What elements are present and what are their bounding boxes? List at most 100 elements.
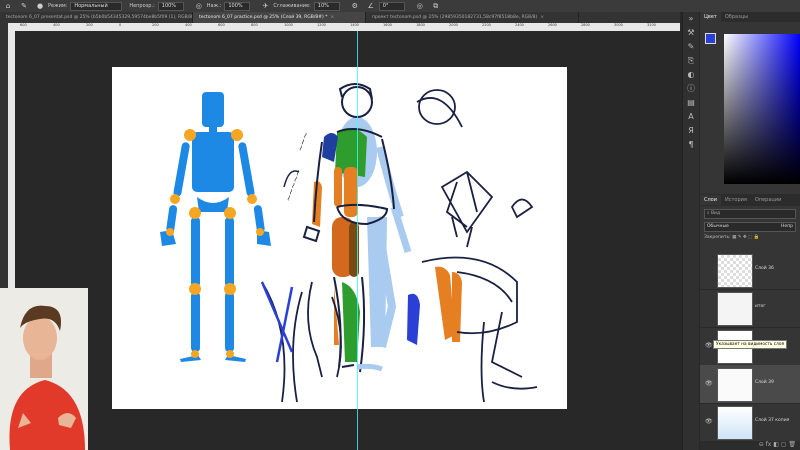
layer-row[interactable]: итог — [700, 289, 800, 328]
eye-icon[interactable]: 👁 — [705, 342, 713, 349]
tab-color[interactable]: Цвет — [700, 12, 721, 22]
lock-icons[interactable]: ▦ ✎ ✥ ⬚ 🔒 — [732, 235, 759, 240]
ruler-tick-label: 800 — [251, 23, 258, 27]
ruler-tick-label: 2000 — [449, 23, 458, 27]
layer-name[interactable]: Слой 39 — [755, 380, 774, 385]
layer-name[interactable]: итог — [755, 304, 766, 309]
layer-row[interactable]: 👁 Слой 37 копия — [700, 403, 800, 442]
document-canvas[interactable]: ~~~~~ ~~~ — [112, 67, 567, 409]
paragraph-icon[interactable]: Я — [683, 124, 699, 138]
eye-icon[interactable]: 👁 — [705, 418, 713, 425]
ruler-tick-label: 3200 — [647, 23, 656, 27]
layers-panel-tabs: Слои История Операции — [700, 194, 800, 206]
tab-swatches[interactable]: Образцы — [721, 14, 752, 20]
doc-tab-project[interactable]: проект tectonom.psd @ 25% (2985935018273… — [366, 12, 579, 23]
opacity-label: Непрозр.: — [129, 3, 155, 9]
adjustments-icon[interactable]: ◐ — [683, 68, 699, 82]
doc-tab-practice[interactable]: tectonom 6_07 practice.psd @ 25% (Слой 3… — [193, 12, 366, 23]
blue-mannequin — [160, 92, 271, 362]
layer-filter-select[interactable]: ⌕ Вид — [704, 209, 796, 219]
layer-row-selected[interactable]: 👁 Слой 39 — [700, 365, 800, 404]
ruler-tick-label: 3000 — [614, 23, 623, 27]
doc-tab-title: проект tectonom.psd @ 25% (2985935018273… — [372, 15, 538, 20]
pressure-opacity-icon[interactable]: ◎ — [195, 2, 203, 10]
ruler-tick-label: 200 — [86, 23, 93, 27]
layer-name[interactable]: Слой 36 — [755, 266, 774, 271]
flow-label: Наж.: — [206, 3, 222, 9]
brush-tool-icon[interactable]: ✎ — [20, 2, 28, 10]
svg-text:~~~~~: ~~~~~ — [283, 168, 303, 203]
character-icon[interactable]: A — [683, 110, 699, 124]
anatomy-drawing: ~~~~~ ~~~ — [160, 83, 538, 403]
ruler-tick-label: 1200 — [317, 23, 326, 27]
close-icon[interactable]: × — [330, 12, 334, 23]
leg-sketch — [260, 281, 342, 403]
layer-opacity-label: Непр — [781, 224, 793, 229]
layer-thumbnail — [717, 254, 753, 288]
ruler-tick-label: 1000 — [284, 23, 293, 27]
pressure-size-icon[interactable]: ◎ — [416, 2, 424, 10]
ruler-tick-label: 1400 — [350, 23, 359, 27]
ruler-tick-label: 1800 — [416, 23, 425, 27]
layer-thumbnail — [717, 368, 753, 402]
panel-icons-column: » ⚒ ✎ ⎘ ◐ ⓘ ▤ A Я ¶ — [682, 12, 699, 450]
lock-label: Закрепить: — [704, 235, 731, 240]
right-leg-sketch — [407, 256, 538, 403]
color-panel-tabs: Цвет Образцы — [700, 12, 800, 22]
tab-layers[interactable]: Слои — [700, 195, 721, 205]
tab-history[interactable]: История — [721, 197, 751, 203]
ruler-tick-label: 2400 — [515, 23, 524, 27]
layer-thumbnail — [717, 292, 753, 326]
opacity-field[interactable]: 100% — [157, 1, 184, 11]
ruler-tick-label: 0 — [119, 23, 122, 27]
lock-row: Закрепить: ▦ ✎ ✥ ⬚ 🔒 — [704, 234, 796, 242]
home-icon[interactable]: ⌂ — [4, 2, 12, 10]
brush-settings-icon[interactable]: ✎ — [683, 40, 699, 54]
layers-panel: Слои История Операции ⌕ Вид Обычные Непр… — [700, 194, 800, 450]
layer-thumbnail — [717, 406, 753, 440]
ruler-tick-label: 200 — [152, 23, 159, 27]
smoothing-label: Сглаживание: — [273, 3, 311, 9]
mode-select[interactable]: Нормальный — [70, 1, 123, 11]
color-picker-field[interactable] — [724, 34, 800, 184]
sketch-cluster — [416, 89, 534, 248]
mode-label: Режим: — [48, 3, 68, 9]
tool-presets-icon[interactable]: ⚒ — [683, 26, 699, 40]
angle-icon[interactable]: ∠ — [367, 2, 375, 10]
info-icon[interactable]: ⓘ — [683, 82, 699, 96]
pilcrow-icon[interactable]: ¶ — [683, 138, 699, 152]
flow-field[interactable]: 100% — [224, 1, 251, 11]
tab-actions[interactable]: Операции — [751, 197, 785, 203]
eye-icon[interactable]: 👁 — [705, 380, 713, 387]
collapse-icon[interactable]: » — [683, 12, 699, 26]
ruler-tick-label: 2800 — [581, 23, 590, 27]
ruler-tick-label: 1600 — [383, 23, 392, 27]
visibility-tooltip: Указывает на видимость слоя — [713, 340, 788, 349]
doc-tab-title: tectonom 6_07 practice.psd @ 25% (Слой 3… — [199, 15, 328, 20]
smoothing-field[interactable]: 10% — [313, 1, 340, 11]
angle-field[interactable]: 0° — [378, 1, 405, 11]
close-icon[interactable]: × — [540, 12, 544, 23]
horizontal-ruler[interactable]: 600 400 200 0 200 400 600 800 1000 1200 1400 1600 18… — [8, 23, 689, 31]
foreground-color-swatch[interactable] — [705, 33, 716, 44]
blend-mode-select[interactable]: Обычные Непр — [704, 222, 796, 232]
clone-source-icon[interactable]: ⎘ — [683, 54, 699, 68]
smoothing-settings-icon[interactable]: ⚙ — [351, 2, 359, 10]
ruler-tick-label: 2200 — [482, 23, 491, 27]
presenter-image — [0, 288, 88, 450]
layer-name[interactable]: Слой 37 копия — [755, 418, 789, 423]
brush-preset-icon[interactable]: ● — [36, 2, 44, 10]
guide-line[interactable] — [357, 31, 358, 450]
airbrush-icon[interactable]: ✈ — [261, 2, 269, 10]
ruler-tick-label: 2600 — [548, 23, 557, 27]
doc-tab-title: tectonom 6_07 presentat.psd @ 25% (b5b0b… — [6, 15, 193, 20]
layers-footer-icons[interactable]: ⊝ fx ◧ ▢ 🗑 — [700, 441, 800, 450]
ruler-tick-label: 400 — [185, 23, 192, 27]
symmetry-icon[interactable]: ⧉ — [432, 2, 440, 10]
ruler-tick-label: 400 — [53, 23, 60, 27]
layer-filter-label: Вид — [710, 211, 721, 216]
layer-row[interactable]: Слой 36 — [700, 251, 800, 290]
ruler-tick-label: 600 — [20, 23, 27, 27]
properties-icon[interactable]: ▤ — [683, 96, 699, 110]
doc-tab-presentat[interactable]: tectonom 6_07 presentat.psd @ 25% (b5b0b… — [0, 12, 193, 23]
